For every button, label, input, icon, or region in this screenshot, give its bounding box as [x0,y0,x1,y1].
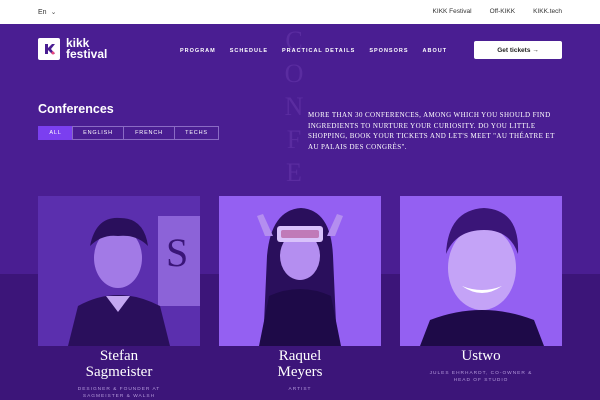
speaker-role-line: SAGMEISTER & WALSH [82,394,156,399]
speaker-photo [219,196,381,346]
page-title: Conferences [38,102,114,116]
speaker-name-line: Ustwo [461,348,501,364]
nav-schedule[interactable]: SCHEDULE [230,48,268,54]
speaker-photo [400,196,562,346]
speaker-role-line: HEAD OF STUDIO [453,378,509,383]
svg-text:S: S [166,230,188,275]
filter-all[interactable]: ALL [38,126,73,140]
speaker-name-line: Sagmeister [85,364,153,380]
speaker-photo: S [38,196,200,346]
speaker-card[interactable]: S Stefan Sagmeister DESIGNER & FOUNDER A… [38,196,200,400]
get-tickets-button[interactable]: Get tickets → [474,41,562,59]
main-section: C O N F E kikk festival PROGRAM SCHEDULE… [0,24,600,400]
top-links: KIKK Festival Off-KIKK KIKK.tech [433,8,562,15]
logo-line-2: festival [66,47,108,61]
main-nav: PROGRAM SCHEDULE PRACTICAL DETAILS SPONS… [180,48,447,54]
speaker-role-line: ARTIST [288,387,312,392]
filter-french[interactable]: FRENCH [123,126,175,140]
top-link-kikk-festival[interactable]: KIKK Festival [433,8,472,15]
nav-practical-details[interactable]: PRACTICAL DETAILS [282,48,355,54]
top-bar: En ⌄ KIKK Festival Off-KIKK KIKK.tech [0,0,600,24]
speaker-role: ARTIST [219,386,381,393]
speaker-name: Ustwo [400,348,562,364]
nav-sponsors[interactable]: SPONSORS [369,48,408,54]
filter-tabs: ALL ENGLISH FRENCH TECHS [38,126,219,140]
chevron-down-icon: ⌄ [50,9,57,16]
nav-about[interactable]: ABOUT [423,48,448,54]
speaker-role-line: JULES EHRHARDT, CO-OWNER & [429,371,533,376]
logo-mark-icon [38,38,60,60]
speaker-name: Raquel Meyers [219,348,381,380]
kikk-logo[interactable]: kikk festival [38,37,108,61]
nav-program[interactable]: PROGRAM [180,48,216,54]
speaker-name-line: Stefan [99,348,139,364]
speaker-card[interactable]: Ustwo JULES EHRHARDT, CO-OWNER & HEAD OF… [400,196,562,384]
speaker-card[interactable]: Raquel Meyers ARTIST [219,196,381,393]
language-label: En [38,9,47,16]
speaker-name-line: Raquel [278,348,322,364]
speaker-name-line: Meyers [277,364,323,380]
filter-english[interactable]: ENGLISH [72,126,124,140]
logo-wordmark: kikk festival [66,37,108,61]
watermark-letter: N [284,92,304,121]
watermark-letter: F [286,125,302,154]
speaker-role: JULES EHRHARDT, CO-OWNER & HEAD OF STUDI… [400,370,562,384]
filter-techs[interactable]: TECHS [174,126,219,140]
language-selector[interactable]: En ⌄ [38,8,56,16]
speaker-role: DESIGNER & FOUNDER AT SAGMEISTER & WALSH [38,386,200,400]
watermark-letter: O [284,59,304,88]
top-link-off-kikk[interactable]: Off-KIKK [490,8,516,15]
top-link-kikk-tech[interactable]: KIKK.tech [533,8,562,15]
watermark-letter: E [286,158,302,187]
intro-text: MORE THAN 30 CONFERENCES, AMONG WHICH YO… [308,111,555,151]
speaker-name: Stefan Sagmeister [38,348,200,380]
speaker-role-line: DESIGNER & FOUNDER AT [77,387,161,392]
